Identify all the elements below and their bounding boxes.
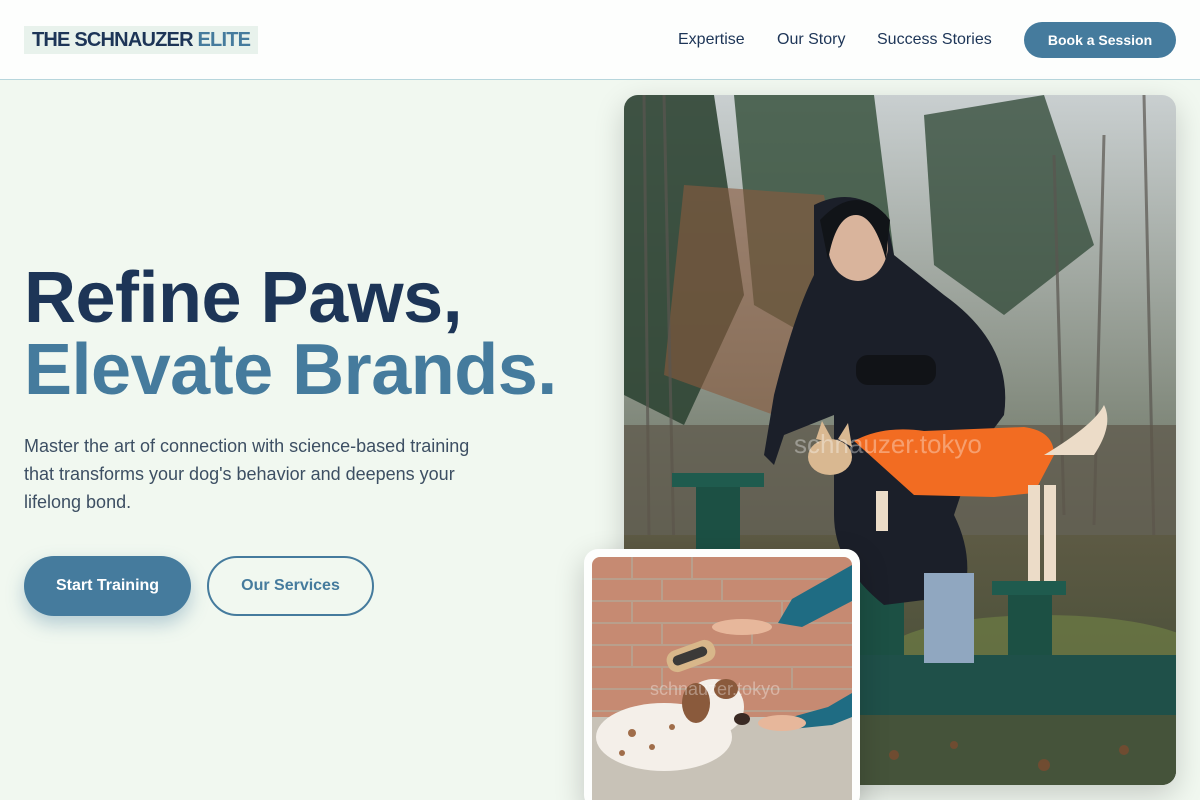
logo-main-text: THE SCHNAUZER: [32, 29, 194, 51]
start-training-button[interactable]: Start Training: [24, 556, 191, 616]
our-services-button[interactable]: Our Services: [207, 556, 374, 616]
hero-photo-watermark: schnauzer.tokyo: [794, 429, 982, 459]
hero-subtitle: Master the art of connection with scienc…: [24, 436, 470, 512]
logo-accent-text: ELITE: [197, 29, 251, 51]
inset-photo-card: schnauzer.tokyo: [584, 549, 860, 800]
inset-photo-illustration: schnauzer.tokyo: [592, 557, 852, 800]
nav-link-expertise[interactable]: Expertise: [678, 30, 745, 50]
hero-title-line-1: Refine Paws,: [24, 258, 463, 338]
nav-link-success-stories[interactable]: Success Stories: [877, 30, 992, 50]
nav-link-our-story[interactable]: Our Story: [777, 30, 845, 50]
inset-photo-watermark: schnauzer.tokyo: [650, 679, 780, 699]
hero-title-line-2: Elevate Brands.: [24, 330, 557, 410]
book-session-button[interactable]: Book a Session: [1024, 22, 1176, 58]
hero-title: Refine Paws, Elevate Brands.: [24, 262, 604, 406]
site-header: THE SCHNAUZER ELITE Expertise Our Story …: [0, 0, 1200, 80]
site-logo[interactable]: THE SCHNAUZER ELITE: [24, 26, 259, 54]
inset-photo-grooming-puppy: schnauzer.tokyo: [592, 557, 852, 800]
